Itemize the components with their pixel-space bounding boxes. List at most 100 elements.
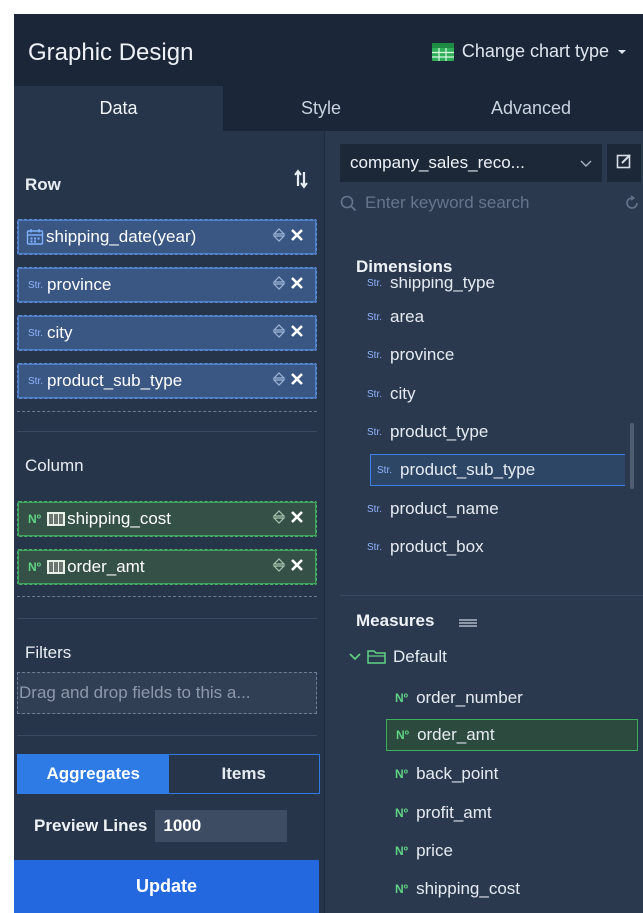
- sort-icon[interactable]: [272, 509, 286, 530]
- search-icon: [340, 195, 357, 212]
- dimension-item[interactable]: Str. product_box: [367, 531, 484, 563]
- row-field-label: province: [47, 275, 112, 294]
- items-button[interactable]: Items: [169, 755, 320, 793]
- row-section-title: Row: [25, 175, 61, 194]
- measure-label: shipping_cost: [416, 879, 521, 898]
- dimension-label: city: [390, 384, 416, 403]
- header: Graphic Design Change chart type: [14, 14, 643, 86]
- column-field-label: order_amt: [67, 557, 145, 576]
- sort-icon[interactable]: [272, 371, 286, 392]
- sort-swap-icon[interactable]: [294, 169, 308, 194]
- string-type-icon: Str.: [367, 426, 383, 438]
- dimension-label: area: [390, 307, 425, 326]
- search-input[interactable]: Enter keyword search: [365, 193, 624, 213]
- remove-icon[interactable]: [290, 371, 304, 391]
- row-field[interactable]: Str. product_sub_type: [17, 363, 317, 399]
- dimension-item[interactable]: Str. shipping_type: [367, 277, 495, 299]
- measure-item[interactable]: Nº order_number: [395, 682, 523, 714]
- sort-icon[interactable]: [272, 227, 286, 248]
- remove-icon[interactable]: [290, 227, 304, 247]
- dataset-select[interactable]: company_sales_reco...: [340, 144, 602, 182]
- remove-icon[interactable]: [290, 323, 304, 343]
- calendar-icon: [26, 228, 44, 246]
- sort-icon[interactable]: [272, 275, 286, 296]
- measure-item[interactable]: Nº back_point: [395, 758, 498, 790]
- barcode-icon: [47, 559, 66, 575]
- string-type-icon: Str.: [367, 311, 383, 323]
- string-type-icon: Str.: [367, 503, 383, 515]
- string-type-icon: Str.: [367, 349, 383, 361]
- number-type-icon: Nº: [396, 728, 410, 742]
- remove-icon[interactable]: [290, 509, 304, 529]
- measures-folder[interactable]: Default: [349, 641, 447, 673]
- measure-label: back_point: [416, 764, 499, 783]
- number-type-icon: Nº: [395, 691, 409, 705]
- barcode-icon: [47, 511, 66, 527]
- tab-bar: Data Style Advanced: [14, 86, 643, 131]
- divider: [17, 735, 317, 736]
- filters-drop-zone[interactable]: Drag and drop fields to this a...: [17, 672, 317, 714]
- number-type-icon: Nº: [395, 806, 409, 820]
- measures-heading: Measures: [356, 611, 435, 630]
- update-button[interactable]: Update: [14, 860, 319, 913]
- string-type-icon: Str.: [28, 279, 44, 291]
- dimension-item[interactable]: Str. city: [367, 378, 416, 410]
- string-type-icon: Str.: [367, 541, 383, 553]
- tab-advanced[interactable]: Advanced: [419, 86, 643, 131]
- string-type-icon: Str.: [367, 388, 383, 400]
- measure-item[interactable]: Nº shipping_cost: [395, 873, 520, 905]
- tab-data[interactable]: Data: [14, 86, 223, 131]
- dimension-item[interactable]: Str. area: [367, 301, 424, 333]
- column-field[interactable]: Nº shipping_cost: [17, 501, 317, 537]
- dataset-name: company_sales_reco...: [350, 153, 525, 172]
- edit-dataset-button[interactable]: [607, 144, 641, 182]
- change-chart-type-label: Change chart type: [461, 41, 609, 61]
- dimensions-heading: Dimensions: [356, 257, 453, 276]
- number-type-icon: Nº: [28, 512, 42, 526]
- dimensions-list: Str. shipping_type Str. area Str. provin…: [325, 277, 625, 595]
- measure-item[interactable]: Nº price: [395, 835, 453, 867]
- dimension-label: product_box: [390, 537, 484, 556]
- preview-lines-label: Preview Lines: [34, 816, 148, 835]
- row-field[interactable]: Str. city: [17, 315, 317, 351]
- right-panel: company_sales_reco... Enter keyword sear…: [324, 131, 643, 913]
- remove-icon[interactable]: [290, 275, 304, 295]
- number-type-icon: Nº: [395, 844, 409, 858]
- preview-lines-input[interactable]: 1000: [155, 810, 288, 842]
- refresh-icon[interactable]: [624, 195, 640, 211]
- list-icon[interactable]: [459, 615, 477, 633]
- string-type-icon: Str.: [377, 464, 393, 476]
- row-field-label: product_sub_type: [47, 371, 183, 390]
- dimension-label: product_type: [390, 422, 489, 441]
- tab-style[interactable]: Style: [223, 86, 419, 131]
- divider: [17, 618, 317, 619]
- number-type-icon: Nº: [395, 767, 409, 781]
- sort-icon[interactable]: [272, 323, 286, 344]
- chevron-down-icon: [349, 653, 361, 661]
- edit-icon: [616, 153, 632, 174]
- dimension-label: product_sub_type: [400, 460, 536, 479]
- measure-item-selected[interactable]: Nº order_amt: [386, 719, 638, 751]
- dimension-item-selected[interactable]: Str. product_sub_type: [370, 454, 625, 486]
- measure-label: profit_amt: [416, 803, 492, 822]
- column-field[interactable]: Nº order_amt: [17, 549, 317, 585]
- row-field[interactable]: Str. province: [17, 267, 317, 303]
- row-field[interactable]: shipping_date(year): [17, 219, 317, 255]
- measure-item[interactable]: Nº profit_amt: [395, 797, 492, 829]
- dimension-label: shipping_type: [390, 277, 495, 292]
- sort-icon[interactable]: [272, 557, 286, 578]
- change-chart-type-button[interactable]: Change chart type: [431, 41, 627, 62]
- field-search[interactable]: Enter keyword search: [340, 186, 640, 220]
- column-field-label: shipping_cost: [67, 509, 172, 528]
- row-drop-zone[interactable]: [17, 399, 317, 412]
- column-drop-zone[interactable]: [17, 585, 317, 597]
- dimensions-scrollbar[interactable]: [630, 423, 634, 489]
- dimension-item[interactable]: Str. product_type: [367, 416, 488, 448]
- dimension-item[interactable]: Str. product_name: [367, 493, 499, 525]
- remove-icon[interactable]: [290, 557, 304, 577]
- column-section-title: Column: [25, 456, 84, 475]
- measure-label: order_number: [416, 688, 523, 707]
- aggregates-button[interactable]: Aggregates: [18, 755, 169, 793]
- dimension-item[interactable]: Str. province: [367, 339, 454, 371]
- left-panel: Row shipping_date(year) Str. province St…: [14, 131, 324, 913]
